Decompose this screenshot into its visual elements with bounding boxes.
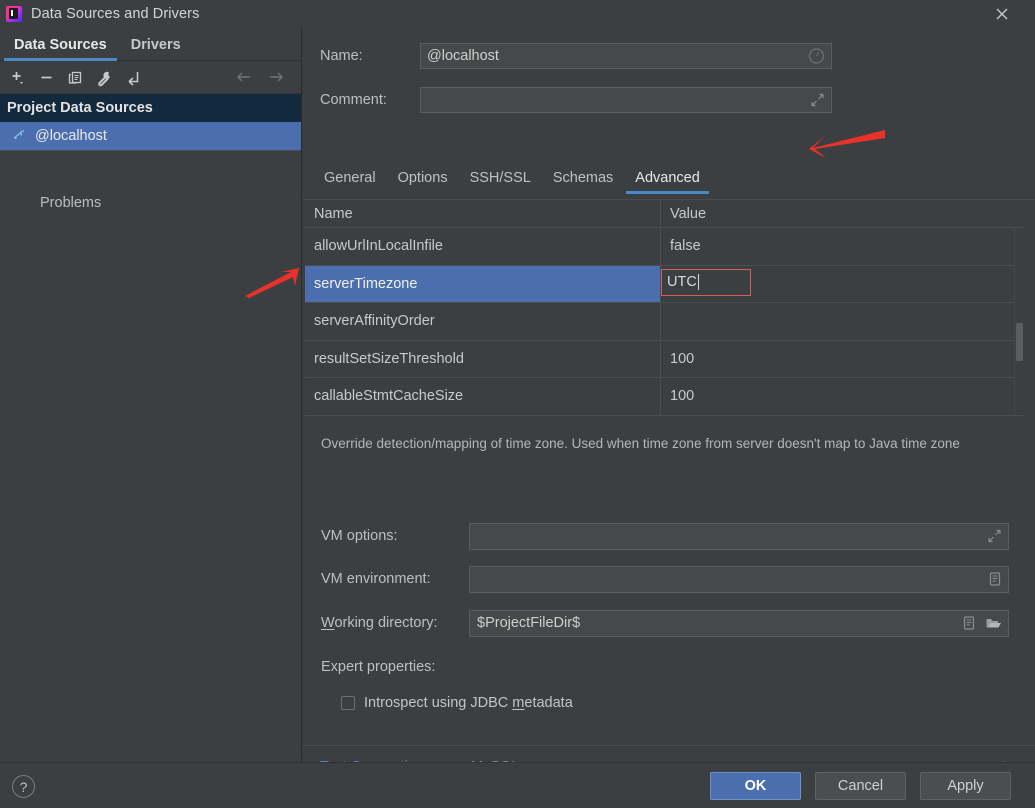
ok-button[interactable]: OK	[710, 772, 801, 800]
name-row: Name: @localhost	[320, 42, 1020, 70]
title-bar: Data Sources and Drivers	[0, 0, 1035, 27]
introspect-label: Introspect using JDBC metadata	[364, 695, 573, 711]
tab-data-sources[interactable]: Data Sources	[4, 37, 117, 60]
add-icon[interactable]	[4, 65, 30, 89]
sidebar-divider	[0, 150, 301, 151]
column-header-name[interactable]: Name	[305, 200, 661, 227]
sidebar-item-problems[interactable]: Problems	[0, 188, 301, 218]
sidebar-tabs: Data Sources Drivers	[0, 27, 301, 61]
tab-schemas[interactable]: Schemas	[542, 170, 624, 194]
vm-options-input[interactable]	[469, 523, 1009, 550]
comment-input[interactable]	[420, 87, 832, 113]
sidebar-item-localhost[interactable]: @localhost	[0, 122, 301, 150]
text-caret	[698, 274, 699, 290]
property-name: callableStmtCacheSize	[305, 378, 661, 415]
forward-arrow-icon[interactable]	[263, 65, 289, 89]
property-name: resultSetSizeThreshold	[305, 341, 661, 378]
duplicate-icon[interactable]	[62, 65, 88, 89]
detail-tabs: General Options SSH/SSL Schemas Advanced	[313, 160, 711, 194]
cancel-button[interactable]: Cancel	[815, 772, 906, 800]
name-label: Name:	[320, 48, 420, 64]
table-scrollbar-thumb[interactable]	[1016, 323, 1023, 361]
color-circle-icon[interactable]	[808, 48, 825, 65]
name-input-value: @localhost	[427, 48, 499, 64]
property-value[interactable]: false	[661, 228, 1023, 265]
footer-divider	[303, 745, 1035, 746]
tab-general[interactable]: General	[313, 170, 387, 194]
variables-icon[interactable]	[962, 616, 976, 631]
window-title: Data Sources and Drivers	[31, 6, 199, 22]
group-header-label: Project Data Sources	[7, 100, 153, 116]
tab-ssh-ssl[interactable]: SSH/SSL	[459, 170, 542, 194]
folder-icon[interactable]	[985, 616, 1002, 631]
property-value-input[interactable]: UTC	[661, 269, 751, 296]
column-header-value[interactable]: Value	[661, 200, 1023, 227]
datagrip-logo-icon	[6, 6, 22, 22]
table-scrollbar[interactable]	[1014, 228, 1023, 415]
vm-environment-input[interactable]	[469, 566, 1009, 593]
dialog-button-bar: ? OK Cancel Apply	[0, 762, 1035, 808]
remove-icon[interactable]	[33, 65, 59, 89]
tab-drivers[interactable]: Drivers	[121, 37, 191, 60]
property-name: serverTimezone	[305, 266, 661, 303]
working-directory-label: Working directory:	[321, 615, 469, 631]
help-button[interactable]: ?	[12, 775, 35, 798]
property-value-text: UTC	[667, 274, 697, 290]
properties-wrench-icon[interactable]	[91, 65, 117, 89]
advanced-properties-table: Name Value allowUrlInLocalInfile false s…	[305, 200, 1023, 415]
expand-icon[interactable]	[810, 93, 825, 108]
property-value[interactable]	[661, 303, 1023, 340]
comment-row: Comment:	[320, 86, 1020, 114]
apply-button[interactable]: Apply	[920, 772, 1011, 800]
detail-panel: Name: @localhost Comment:	[303, 27, 1035, 762]
tab-options[interactable]: Options	[387, 170, 459, 194]
table-header-row: Name Value	[305, 200, 1023, 228]
introspect-jdbc-metadata-row[interactable]: Introspect using JDBC metadata	[341, 695, 573, 711]
property-value[interactable]: 100	[661, 378, 1023, 415]
property-name: allowUrlInLocalInfile	[305, 228, 661, 265]
mysql-datasource-icon	[12, 127, 27, 145]
name-input[interactable]: @localhost	[420, 43, 832, 69]
sidebar-item-label: @localhost	[35, 128, 107, 144]
property-description: Override detection/mapping of time zone.…	[321, 435, 1021, 454]
table-row[interactable]: resultSetSizeThreshold 100	[305, 341, 1023, 379]
import-icon[interactable]	[120, 65, 146, 89]
introspect-checkbox[interactable]	[341, 696, 355, 710]
property-name: serverAffinityOrder	[305, 303, 661, 340]
sidebar-toolbar	[0, 61, 301, 94]
vm-environment-row: VM environment:	[321, 565, 1033, 593]
table-row[interactable]: callableStmtCacheSize 100	[305, 378, 1023, 416]
expand-icon[interactable]	[987, 529, 1002, 544]
variables-icon[interactable]	[988, 572, 1002, 587]
comment-label: Comment:	[320, 92, 420, 108]
tab-advanced[interactable]: Advanced	[624, 170, 711, 194]
table-row[interactable]: allowUrlInLocalInfile false	[305, 228, 1023, 266]
table-row[interactable]: serverAffinityOrder	[305, 303, 1023, 341]
problems-label: Problems	[40, 195, 101, 211]
working-directory-input[interactable]: $ProjectFileDir$	[469, 610, 1009, 637]
expert-properties-label: Expert properties:	[321, 659, 435, 675]
property-value[interactable]: 100	[661, 341, 1023, 378]
sidebar: Data Sources Drivers	[0, 27, 302, 762]
vm-options-row: VM options:	[321, 522, 1033, 550]
data-sources-and-drivers-dialog: Data Sources and Drivers Data Sources Dr…	[0, 0, 1035, 808]
project-data-sources-group[interactable]: Project Data Sources	[0, 94, 301, 122]
working-directory-value: $ProjectFileDir$	[477, 615, 580, 631]
working-directory-row: Working directory: $ProjectFileDir$	[321, 609, 1033, 637]
back-arrow-icon[interactable]	[231, 65, 257, 89]
table-row[interactable]: serverTimezone UTC	[305, 266, 1023, 304]
vm-environment-label: VM environment:	[321, 571, 469, 587]
close-icon[interactable]	[989, 2, 1015, 26]
property-value-editor-cell[interactable]: UTC	[661, 266, 1023, 303]
vm-options-label: VM options:	[321, 528, 469, 544]
